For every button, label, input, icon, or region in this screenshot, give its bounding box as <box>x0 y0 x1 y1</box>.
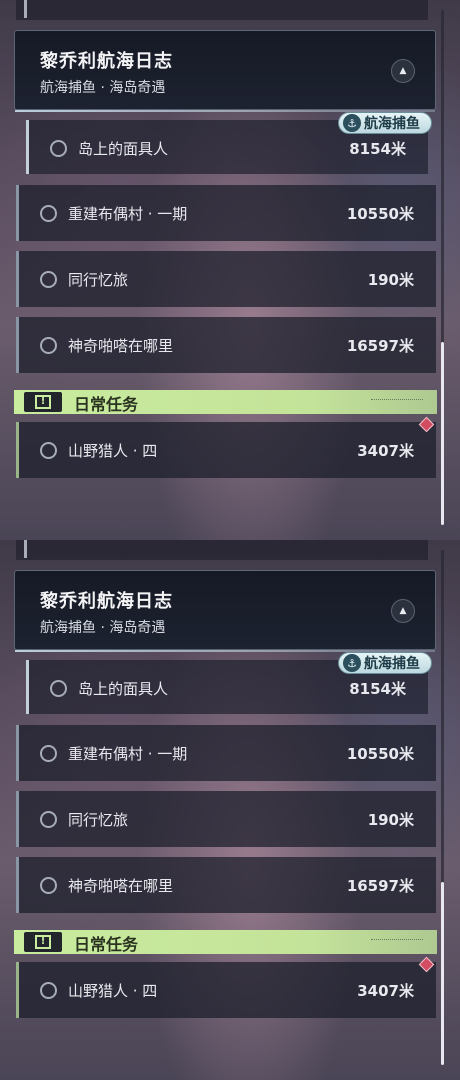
quest-row[interactable]: 神奇啪嗒在哪里 16597米 <box>16 317 436 373</box>
quest-row[interactable]: 同行忆旅 190米 <box>16 791 436 847</box>
row-accent <box>16 962 19 1018</box>
quest-distance: 190米 <box>367 271 414 289</box>
quest-row[interactable]: 重建布偶村 · 一期 10550米 <box>16 725 436 781</box>
previous-row-stub <box>16 0 428 20</box>
chevron-up-icon: ▲ <box>399 606 407 616</box>
quest-name: 岛上的面具人 <box>78 140 169 158</box>
quest-name: 同行忆旅 <box>68 271 129 289</box>
quest-name: 山野猎人 · 四 <box>68 442 158 460</box>
chevron-up-icon: ▲ <box>399 66 407 76</box>
quest-row[interactable]: 同行忆旅 190米 <box>16 251 436 307</box>
quest-distance: 3407米 <box>357 982 414 1000</box>
badge-label: 航海捕鱼 <box>364 656 420 672</box>
row-accent <box>16 857 19 913</box>
fishing-badge: ⚓ 航海捕鱼 <box>338 652 432 674</box>
quest-name: 重建布偶村 · 一期 <box>68 205 188 223</box>
badge-label: 航海捕鱼 <box>364 116 420 132</box>
quest-distance: 3407米 <box>357 442 414 460</box>
quest-row[interactable]: 山野猎人 · 四 3407米 <box>16 962 436 1018</box>
section-decoration <box>371 399 423 404</box>
quest-log-header[interactable]: 黎乔利航海日志 航海捕鱼 · 海岛奇遇 ▲ <box>14 30 436 112</box>
previous-row-accent <box>24 0 27 18</box>
quest-log-header[interactable]: 黎乔利航海日志 航海捕鱼 · 海岛奇遇 ▲ <box>14 570 436 652</box>
row-accent <box>16 791 19 847</box>
quest-distance: 10550米 <box>346 205 414 223</box>
row-accent <box>16 422 19 478</box>
section-title: 日常任务 <box>74 395 139 414</box>
fishing-badge: ⚓ 航海捕鱼 <box>338 112 432 134</box>
quest-distance: 16597米 <box>346 337 414 355</box>
quest-radio-icon <box>40 442 57 459</box>
quest-name: 同行忆旅 <box>68 811 129 829</box>
quest-panel-bottom: 黎乔利航海日志 航海捕鱼 · 海岛奇遇 ▲ 岛上的面具人 8154米 ⚓ 航海捕… <box>0 540 460 1080</box>
quest-distance: 10550米 <box>346 745 414 763</box>
section-decoration <box>371 939 423 944</box>
quest-name: 重建布偶村 · 一期 <box>68 745 188 763</box>
quest-radio-icon <box>40 877 57 894</box>
previous-row-accent <box>24 540 27 558</box>
anchor-icon: ⚓ <box>343 654 361 672</box>
quest-distance: 190米 <box>367 811 414 829</box>
quest-name: 山野猎人 · 四 <box>68 982 158 1000</box>
quest-radio-icon <box>40 811 57 828</box>
quest-distance: 8154米 <box>349 140 406 158</box>
row-accent <box>16 185 19 241</box>
daily-tasks-section-header: ! 日常任务 <box>14 930 437 954</box>
collapse-button[interactable]: ▲ <box>391 59 415 83</box>
quest-row[interactable]: 神奇啪嗒在哪里 16597米 <box>16 857 436 913</box>
quest-radio-icon <box>40 745 57 762</box>
quest-name: 神奇啪嗒在哪里 <box>68 877 174 895</box>
scrollbar-thumb[interactable] <box>441 882 444 1065</box>
quest-row[interactable]: 山野猎人 · 四 3407米 <box>16 422 436 478</box>
quest-name: 神奇啪嗒在哪里 <box>68 337 174 355</box>
row-accent <box>26 660 29 714</box>
row-accent <box>16 317 19 373</box>
alert-icon: ! <box>24 932 62 952</box>
quest-log-title: 黎乔利航海日志 <box>40 51 173 72</box>
row-accent <box>16 251 19 307</box>
daily-tasks-section-header: ! 日常任务 <box>14 390 437 414</box>
quest-distance: 8154米 <box>349 680 406 698</box>
anchor-icon: ⚓ <box>343 114 361 132</box>
quest-distance: 16597米 <box>346 877 414 895</box>
quest-radio-icon <box>50 680 67 697</box>
quest-log-subtitle: 航海捕鱼 · 海岛奇遇 <box>40 80 166 96</box>
quest-row[interactable]: 重建布偶村 · 一期 10550米 <box>16 185 436 241</box>
quest-radio-icon <box>40 205 57 222</box>
collapse-button[interactable]: ▲ <box>391 599 415 623</box>
quest-radio-icon <box>40 337 57 354</box>
row-accent <box>26 120 29 174</box>
quest-panel-top: 黎乔利航海日志 航海捕鱼 · 海岛奇遇 ▲ 岛上的面具人 8154米 ⚓ 航海捕… <box>0 0 460 540</box>
quest-name: 岛上的面具人 <box>78 680 169 698</box>
alert-icon: ! <box>24 392 62 412</box>
quest-radio-icon <box>40 271 57 288</box>
quest-radio-icon <box>40 982 57 999</box>
quest-radio-icon <box>50 140 67 157</box>
quest-log-subtitle: 航海捕鱼 · 海岛奇遇 <box>40 620 166 636</box>
row-accent <box>16 725 19 781</box>
scrollbar-thumb[interactable] <box>441 342 444 525</box>
quest-log-title: 黎乔利航海日志 <box>40 591 173 612</box>
section-title: 日常任务 <box>74 935 139 954</box>
previous-row-stub <box>16 540 428 560</box>
